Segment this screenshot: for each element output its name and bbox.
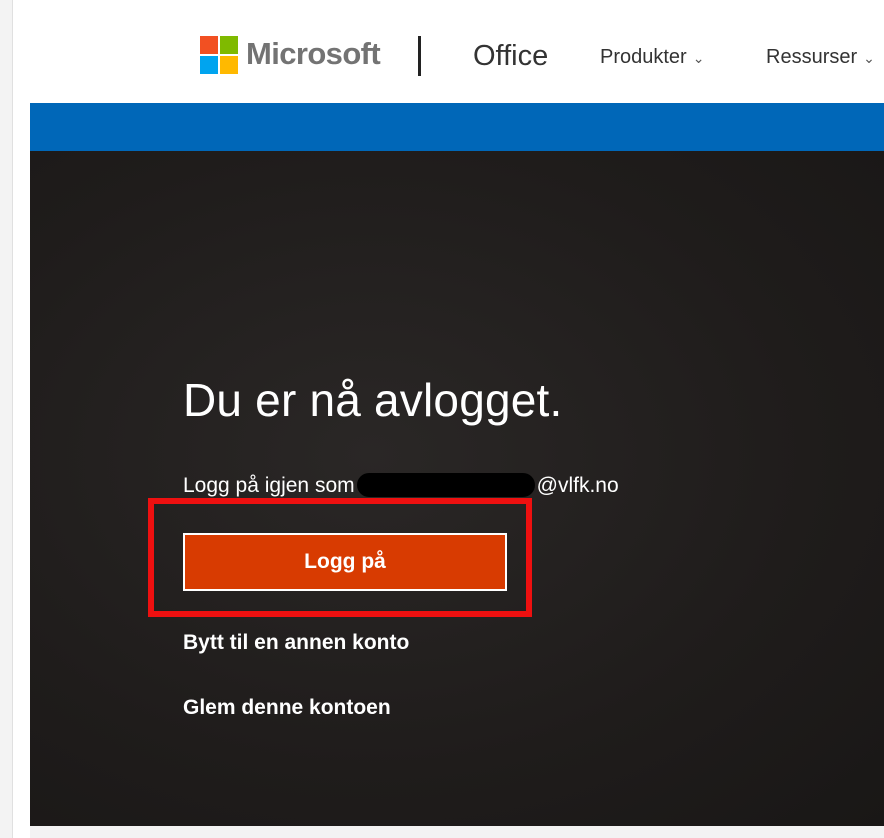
blue-accent-bar (30, 103, 884, 151)
brand-divider (418, 36, 421, 76)
window-bottom-edge (30, 826, 884, 838)
nav-produkter[interactable]: Produkter ⌄ (600, 46, 704, 69)
chevron-down-icon: ⌄ (863, 50, 875, 66)
relogin-text: Logg på igjen som @vlfk.no (183, 473, 619, 498)
switch-account-link[interactable]: Bytt til en annen konto (183, 631, 409, 655)
window-left-edge (0, 0, 13, 838)
page-title: Du er nå avlogget. (183, 374, 563, 426)
office-product-link[interactable]: Office (473, 40, 548, 73)
redacted-username (356, 473, 535, 497)
microsoft-logo-icon[interactable] (200, 36, 238, 74)
top-navigation: Microsoft Office Produkter ⌄ Ressurser ⌄ (30, 0, 884, 103)
microsoft-brand-text[interactable]: Microsoft (246, 36, 381, 72)
nav-ressurser[interactable]: Ressurser ⌄ (766, 46, 875, 69)
nav-produkter-label: Produkter (600, 46, 687, 68)
relogin-prefix: Logg på igjen som (183, 474, 355, 497)
chevron-down-icon: ⌄ (692, 50, 705, 66)
signout-hero: Du er nå avlogget. Logg på igjen som @vlf… (30, 151, 884, 826)
relogin-domain: @vlfk.no (536, 474, 619, 497)
signin-button[interactable]: Logg på (183, 533, 507, 591)
forget-account-link[interactable]: Glem denne kontoen (183, 696, 391, 720)
nav-ressurser-label: Ressurser (766, 46, 858, 68)
